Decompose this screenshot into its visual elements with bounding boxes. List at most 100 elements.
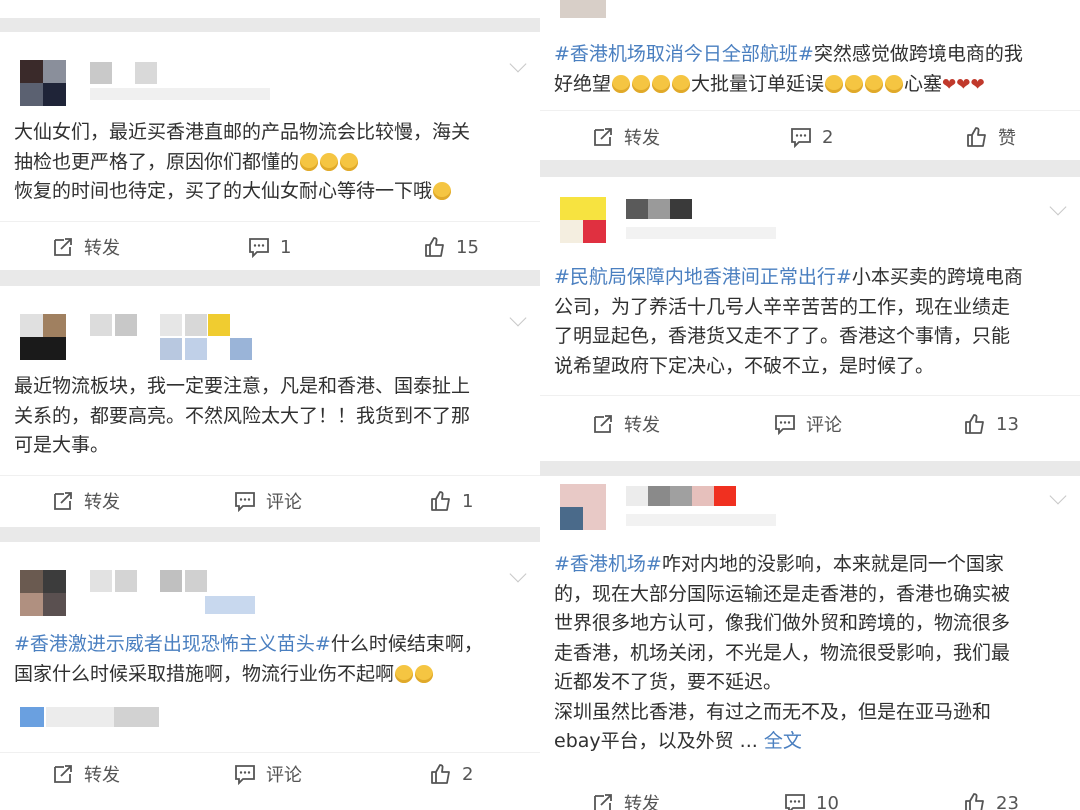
- repost-button[interactable]: 转发: [592, 120, 660, 154]
- comment-button[interactable]: 1: [248, 230, 291, 264]
- text-line: 可是大事。: [14, 434, 110, 456]
- action-bar: 转发 2 赞: [540, 120, 1080, 154]
- comment-icon: [235, 765, 255, 785]
- username[interactable]: [626, 199, 776, 243]
- card-gap: [540, 160, 1080, 177]
- post-text: 最近物流板块，我一定要注意，凡是和香港、国泰扯上 关系的，都要高亮。不然风险太大…: [14, 372, 470, 461]
- like-count: 2: [462, 763, 474, 785]
- comment-icon: [249, 238, 269, 258]
- repost-icon: [594, 128, 612, 146]
- avatar[interactable]: [20, 314, 66, 360]
- post-text: #香港机场取消今日全部航班#突然感觉做跨境电商的我 好绝望 大批量订单延误 心塞❤❤…: [554, 40, 1023, 99]
- repost-button[interactable]: 转发: [592, 407, 660, 441]
- chevron-down-icon[interactable]: [1049, 487, 1067, 505]
- repost-label: 转发: [624, 415, 660, 436]
- broken-heart-icon: ❤❤❤: [942, 74, 985, 95]
- text-line: 什么时候结束啊，: [330, 633, 483, 655]
- like-count: 13: [996, 413, 1019, 435]
- like-label: 赞: [998, 128, 1016, 149]
- post-card[interactable]: #民航局保障内地香港间正常出行#小本买卖的跨境电商 公司，为了养活十几号人辛辛苦…: [540, 177, 1080, 461]
- post-text: #民航局保障内地香港间正常出行#小本买卖的跨境电商 公司，为了养活十几号人辛辛苦…: [554, 263, 1023, 381]
- sad-emoji: [885, 74, 904, 93]
- card-gap: [0, 18, 540, 32]
- avatar[interactable]: [560, 0, 606, 18]
- sad-emoji: [845, 74, 864, 93]
- text-line: 心塞: [904, 72, 943, 95]
- repost-icon: [54, 765, 72, 783]
- laugh-cry-emoji: [415, 664, 434, 683]
- comment-button[interactable]: 评论: [234, 484, 302, 518]
- laugh-cry-emoji: [632, 74, 651, 93]
- laugh-cry-emoji: [672, 74, 691, 93]
- comment-button[interactable]: 10: [784, 786, 839, 810]
- right-column: #香港机场取消今日全部航班#突然感觉做跨境电商的我 好绝望 大批量订单延误 心塞❤❤…: [540, 0, 1080, 810]
- post-card[interactable]: #香港机场#咋对内地的没影响，本来就是同一个国家 的，现在大部分国际运输还是走香…: [540, 476, 1080, 810]
- like-button[interactable]: 1: [430, 484, 473, 518]
- hashtag-link[interactable]: #香港机场#: [554, 553, 662, 575]
- chevron-down-icon[interactable]: [1049, 198, 1067, 216]
- avatar[interactable]: [20, 60, 66, 106]
- chevron-down-icon[interactable]: [509, 309, 527, 327]
- repost-button[interactable]: 转发: [52, 484, 120, 518]
- username[interactable]: [90, 62, 270, 102]
- post-card[interactable]: 大仙女们，最近买香港直邮的产品物流会比较慢，海关 抽检也更严格了，原因你们都懂的…: [0, 32, 540, 270]
- repost-button[interactable]: 转发: [592, 786, 660, 810]
- avatar[interactable]: [560, 197, 606, 243]
- repost-button[interactable]: 转发: [52, 757, 120, 791]
- laugh-cry-emoji: [612, 74, 631, 93]
- text-line: 关系的，都要高亮。不然风险太大了！！我货到不了那: [14, 404, 471, 427]
- text-line: 近都发不了货，要不延迟。: [554, 671, 783, 693]
- post-text: 大仙女们，最近买香港直邮的产品物流会比较慢，海关 抽检也更严格了，原因你们都懂的…: [14, 118, 470, 207]
- repost-button[interactable]: 转发: [52, 230, 120, 264]
- comment-button[interactable]: 评论: [774, 407, 842, 441]
- chevron-down-icon[interactable]: [509, 565, 527, 583]
- repost-label: 转发: [624, 128, 660, 149]
- laugh-cry-emoji: [300, 152, 319, 171]
- post-card[interactable]: #香港机场取消今日全部航班#突然感觉做跨境电商的我 好绝望 大批量订单延误 心塞❤❤…: [540, 0, 1080, 160]
- hashtag-link[interactable]: #民航局保障内地香港间正常出行#: [554, 266, 852, 288]
- like-button[interactable]: 23: [964, 786, 1019, 810]
- like-count: 15: [456, 236, 479, 258]
- text-line: 恢复的时间也待定，买了的大仙女耐心等待一下哦: [14, 180, 433, 202]
- repost-label: 转发: [624, 794, 660, 810]
- repost-icon: [54, 492, 72, 510]
- text-line: 说希望政府下定决心，不破不立，是时候了。: [554, 354, 935, 377]
- like-button[interactable]: 2: [430, 757, 473, 791]
- like-icon: [431, 491, 450, 511]
- comment-count: 10: [816, 792, 839, 810]
- username[interactable]: [626, 486, 776, 530]
- post-text: #香港激进示威者出现恐怖主义苗头#什么时候结束啊， 国家什么时候采取措施啊，物流…: [14, 630, 483, 689]
- text-line: 走香港，机场关闭，不光是人，物流很受影响，我们最: [554, 641, 1011, 664]
- comment-button[interactable]: 2: [790, 120, 833, 154]
- like-button[interactable]: 赞: [966, 120, 1016, 154]
- avatar[interactable]: [560, 484, 606, 530]
- text-line: 公司，为了养活十几号人辛辛苦苦的工作，现在业绩走: [554, 295, 1011, 318]
- divider: [0, 475, 540, 476]
- post-card[interactable]: 最近物流板块，我一定要注意，凡是和香港、国泰扯上 关系的，都要高亮。不然风险太大…: [0, 286, 540, 527]
- card-gap: [0, 527, 540, 542]
- text-line: 小本买卖的跨境电商: [851, 266, 1023, 288]
- divider: [540, 110, 1080, 111]
- comment-button[interactable]: 评论: [234, 757, 302, 791]
- like-button[interactable]: 13: [964, 407, 1019, 441]
- card-gap: [0, 270, 540, 286]
- sad-emoji: [865, 74, 884, 93]
- avatar[interactable]: [20, 570, 66, 616]
- username[interactable]: [90, 314, 260, 360]
- username[interactable]: [90, 570, 260, 616]
- comment-label: 评论: [266, 765, 302, 786]
- divider: [540, 395, 1080, 396]
- repost-label: 转发: [84, 492, 120, 513]
- hashtag-link[interactable]: #香港机场取消今日全部航班#: [554, 43, 814, 65]
- text-line: 好绝望: [554, 72, 612, 95]
- like-button[interactable]: 15: [424, 230, 479, 264]
- location-tag[interactable]: [20, 707, 182, 731]
- chevron-down-icon[interactable]: [509, 55, 527, 73]
- post-card[interactable]: #香港激进示威者出现恐怖主义苗头#什么时候结束啊， 国家什么时候采取措施啊，物流…: [0, 542, 540, 810]
- text-line: 咋对内地的没影响，本来就是同一个国家: [661, 553, 1004, 575]
- action-bar: 转发 评论 13: [540, 407, 1080, 441]
- text-line: 抽检也更严格了，原因你们都懂的: [14, 150, 300, 173]
- full-text-link[interactable]: 全文: [764, 730, 802, 752]
- comment-count: 2: [822, 126, 834, 148]
- hashtag-link[interactable]: #香港激进示威者出现恐怖主义苗头#: [14, 633, 331, 655]
